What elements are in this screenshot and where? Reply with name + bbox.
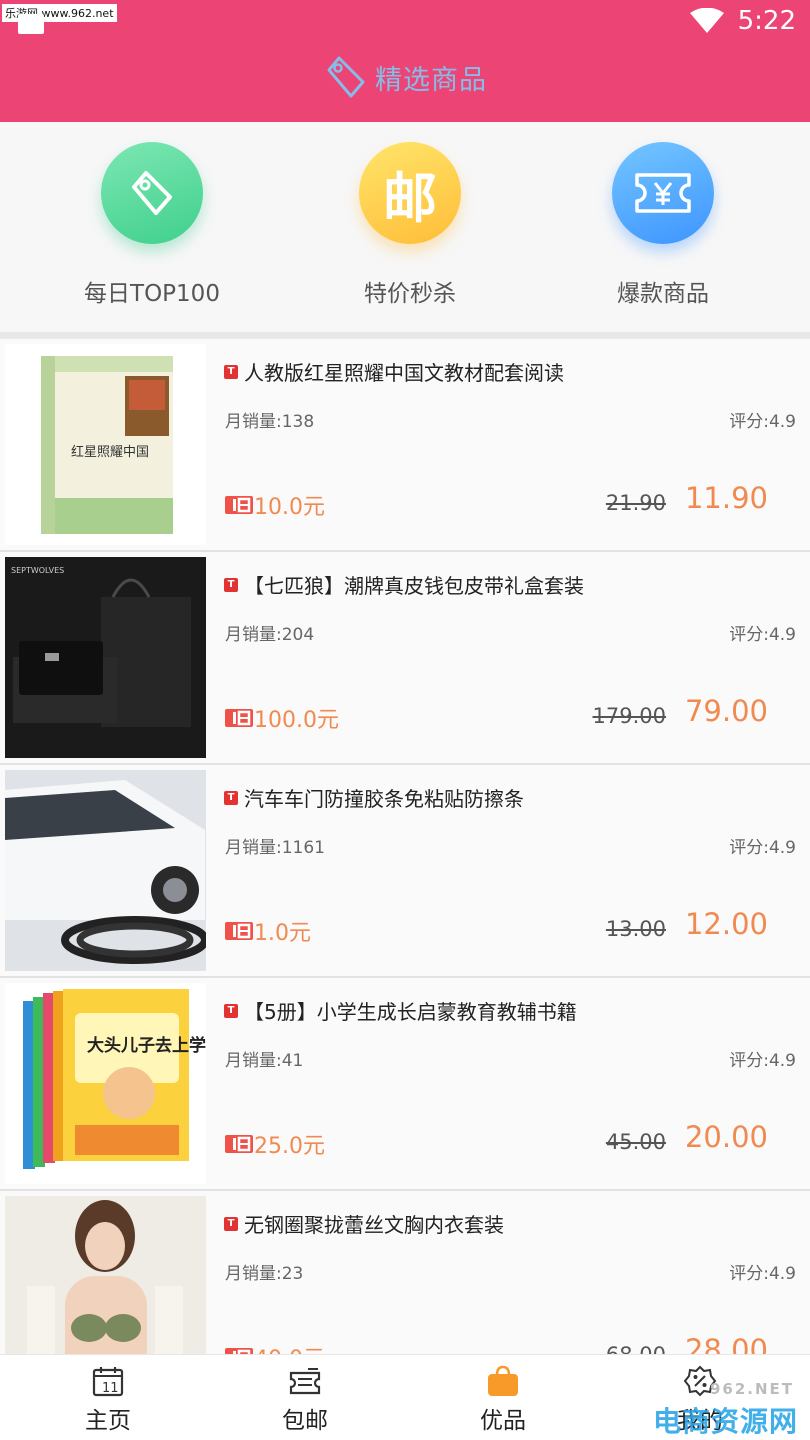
rating: 评分:4.9 bbox=[729, 838, 796, 858]
product-title[interactable]: 【5册】小学生成长启蒙教育教辅书籍 bbox=[244, 996, 577, 1025]
calendar-11-icon: 11 bbox=[92, 1367, 124, 1397]
status-bar: 5:22 bbox=[689, 6, 796, 36]
category-label: 特价秒杀 bbox=[364, 281, 456, 307]
coupon-value: 25.0元 bbox=[254, 1134, 325, 1159]
status-time: 5:22 bbox=[737, 6, 796, 36]
final-price: 28.00 bbox=[684, 1333, 768, 1354]
coupon-value: 1.0元 bbox=[254, 921, 311, 946]
nav-premium[interactable]: 优品 bbox=[438, 1365, 568, 1435]
category-hot-items-circle bbox=[612, 142, 714, 244]
ticket-yen-icon bbox=[635, 173, 691, 213]
coupon[interactable]: 100.0元 bbox=[224, 702, 339, 734]
final-price: 12.00 bbox=[684, 907, 768, 941]
product-item[interactable]: 红星照耀中国 T 人教版红星照耀中国文教材配套阅读 月销量:138 评分:4.9… bbox=[0, 339, 810, 552]
rating: 评分:4.9 bbox=[729, 1051, 796, 1071]
nav-label: 主页 bbox=[85, 1408, 131, 1434]
product-title[interactable]: 无钢圈聚拢蕾丝文胸内衣套装 bbox=[244, 1209, 504, 1238]
watermark-bottom: 962.NET 电商资源网 bbox=[604, 1380, 804, 1438]
kids-books-image: 大头儿子去上学 bbox=[5, 983, 206, 1184]
category-flash-sale-circle: 邮 bbox=[359, 142, 461, 244]
page-title: 精选商品 bbox=[375, 64, 487, 96]
car-door-strip-image bbox=[5, 770, 206, 971]
svg-text:11: 11 bbox=[102, 1381, 119, 1396]
notification-icon bbox=[18, 14, 44, 34]
nav-label: 包邮 bbox=[282, 1408, 328, 1434]
product-title[interactable]: 人教版红星照耀中国文教材配套阅读 bbox=[244, 357, 564, 386]
wifi-icon bbox=[689, 8, 724, 33]
header-title-group: 精选商品 bbox=[0, 54, 810, 100]
original-price: 68.00 bbox=[606, 1343, 666, 1354]
rating: 评分:4.9 bbox=[729, 625, 796, 645]
final-price: 20.00 bbox=[684, 1120, 768, 1154]
coupon-value: 10.0元 bbox=[254, 495, 325, 520]
monthly-sales: 月销量:1161 bbox=[225, 838, 325, 858]
coupon-value: 100.0元 bbox=[254, 708, 339, 733]
product-item[interactable]: T 汽车车门防撞胶条免粘贴防擦条 月销量:1161 评分:4.9 1.0元 13… bbox=[0, 765, 810, 978]
product-item[interactable]: T 无钢圈聚拢蕾丝文胸内衣套装 月销量:23 评分:4.9 40.0元 68.0… bbox=[0, 1191, 810, 1354]
wallet-gift-box-image: SEPTWOLVES bbox=[5, 557, 206, 758]
category-label: 每日TOP100 bbox=[84, 281, 220, 307]
watermark-text: 电商资源网 bbox=[652, 1405, 798, 1438]
coupon[interactable]: 10.0元 bbox=[224, 489, 325, 521]
tag-icon bbox=[132, 171, 172, 215]
section-divider bbox=[0, 332, 810, 339]
original-price: 21.90 bbox=[605, 491, 666, 515]
coupon-icon bbox=[225, 922, 253, 940]
coupon-value: 40.0元 bbox=[254, 1341, 325, 1354]
svg-text:红星照耀中国: 红星照耀中国 bbox=[71, 444, 149, 460]
nav-free-shipping[interactable]: 包邮 bbox=[240, 1365, 370, 1435]
monthly-sales: 月销量:41 bbox=[225, 1051, 304, 1071]
book-cover-image: 红星照耀中国 bbox=[5, 344, 206, 545]
tmall-badge: T bbox=[224, 1004, 238, 1018]
product-item[interactable]: SEPTWOLVES T 【七匹狼】潮牌真皮钱包皮带礼盒套装 月销量:204 评… bbox=[0, 552, 810, 765]
coupon-icon bbox=[225, 496, 253, 514]
product-list[interactable]: 红星照耀中国 T 人教版红星照耀中国文教材配套阅读 月销量:138 评分:4.9… bbox=[0, 339, 810, 1354]
product-item[interactable]: 大头儿子去上学 T 【5册】小学生成长启蒙教育教辅书籍 月销量:41 评分:4.… bbox=[0, 978, 810, 1191]
coupon-icon bbox=[225, 709, 253, 727]
original-price: 45.00 bbox=[605, 1130, 666, 1154]
brand-logo-text: SEPTWOLVES bbox=[11, 566, 64, 575]
lingerie-model-image bbox=[5, 1196, 206, 1354]
category-top100-circle bbox=[101, 142, 203, 244]
coupon[interactable]: 1.0元 bbox=[224, 915, 311, 947]
category-hot-items[interactable]: 爆款商品 bbox=[563, 142, 763, 308]
rating: 评分:4.9 bbox=[729, 412, 796, 432]
tmall-badge: T bbox=[224, 365, 238, 379]
product-title[interactable]: 汽车车门防撞胶条免粘贴防擦条 bbox=[244, 783, 524, 812]
ticket-icon bbox=[289, 1368, 321, 1395]
coupon[interactable]: 25.0元 bbox=[224, 1128, 325, 1160]
original-price: 179.00 bbox=[592, 704, 666, 728]
coupon-icon bbox=[225, 1348, 253, 1354]
watermark-net: 962.NET bbox=[709, 1380, 794, 1398]
monthly-sales: 月销量:23 bbox=[225, 1264, 304, 1284]
category-label: 爆款商品 bbox=[617, 281, 709, 307]
tmall-badge: T bbox=[224, 578, 238, 592]
nav-home[interactable]: 11 主页 bbox=[43, 1365, 173, 1435]
book-cover-text: 大头儿子去上学 bbox=[87, 1035, 206, 1056]
category-top100[interactable]: 每日TOP100 bbox=[52, 142, 252, 308]
monthly-sales: 月销量:204 bbox=[225, 625, 315, 645]
category-flash-sale[interactable]: 邮 特价秒杀 bbox=[310, 142, 510, 308]
product-title[interactable]: 【七匹狼】潮牌真皮钱包皮带礼盒套装 bbox=[244, 570, 584, 599]
monthly-sales: 月销量:138 bbox=[225, 412, 315, 432]
mail-char-icon: 邮 bbox=[383, 166, 437, 230]
original-price: 13.00 bbox=[605, 917, 666, 941]
final-price: 79.00 bbox=[684, 694, 768, 728]
coupon-icon bbox=[225, 1135, 253, 1153]
nav-label: 优品 bbox=[480, 1408, 526, 1434]
final-price: 11.90 bbox=[684, 481, 768, 515]
tmall-badge: T bbox=[224, 791, 238, 805]
tag-icon bbox=[327, 56, 365, 98]
app-header: 乐游网 www.962.net 5:22 精选商品 bbox=[0, 0, 810, 122]
tmall-badge: T bbox=[224, 1217, 238, 1231]
rating: 评分:4.9 bbox=[729, 1264, 796, 1284]
category-section: 每日TOP100 邮 特价秒杀 爆款商品 bbox=[0, 122, 810, 332]
coupon[interactable]: 40.0元 bbox=[224, 1341, 325, 1354]
bag-icon bbox=[488, 1365, 518, 1396]
